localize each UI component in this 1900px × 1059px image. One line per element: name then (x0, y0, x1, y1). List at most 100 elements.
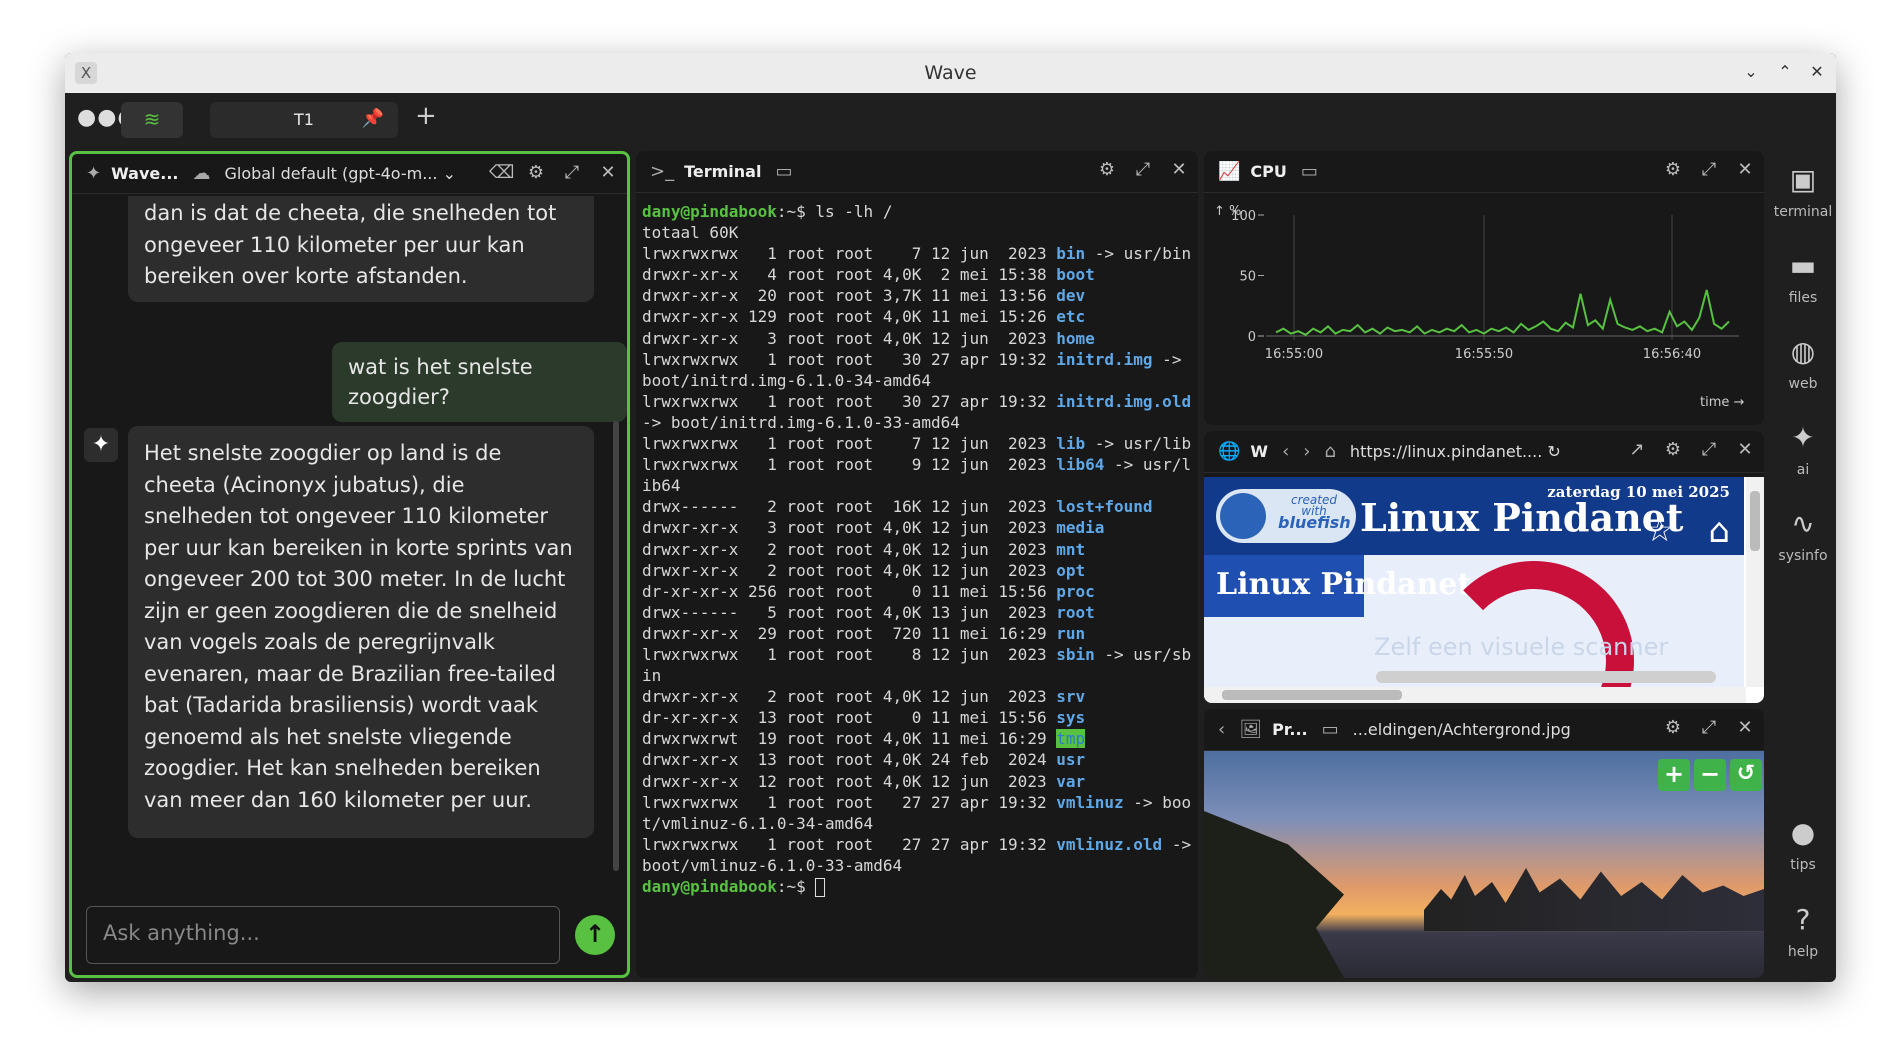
minimize-icon[interactable]: ⌄ (1740, 61, 1762, 83)
ai-block-title: Wave... (111, 164, 179, 183)
model-selector[interactable]: Global default (gpt-4o-m... ⌄ (224, 164, 456, 183)
sidebar-item-ai[interactable]: ✦ ai (1770, 421, 1836, 478)
close-block-icon[interactable]: ✕ (1734, 159, 1756, 180)
ls-meta: drwxr-xr-x 29 root root 720 11 mei 16:29 (642, 623, 1057, 643)
tab-t1[interactable]: T1 📌 (210, 102, 398, 138)
home-icon[interactable]: ⌂ (1324, 441, 1335, 462)
connection-icon[interactable]: ▭ (775, 161, 792, 182)
ls-meta: drwxr-xr-x 4 root root 4,0K 2 mei 15:38 (642, 265, 1057, 285)
back-icon[interactable]: ‹ (1218, 719, 1225, 740)
magnify-block-icon[interactable]: ⤢ (1698, 159, 1720, 180)
ls-entry-name: opt (1056, 560, 1086, 580)
ls-entry-name: dev (1056, 286, 1086, 306)
web-page[interactable]: created with bluefish Linux Pindanet zat… (1204, 477, 1764, 703)
page-scrollbar[interactable] (1746, 477, 1764, 687)
web-header: 🌐 W ‹ › ⌂ https://linux.pindanet.... ↻ ↗… (1204, 431, 1764, 473)
ls-entry-name: sbin (1056, 644, 1095, 664)
ls-meta: lrwxrwxrwx 1 root root 8 12 jun 2023 (642, 644, 1057, 664)
inner-scrollbar[interactable] (1376, 671, 1716, 683)
magnify-block-icon[interactable]: ⤢ (1698, 717, 1720, 738)
connection-icon[interactable]: ▭ (1322, 719, 1339, 740)
zoom-in-button[interactable]: + (1658, 759, 1690, 791)
workspace-switcher-button[interactable]: ≋ (121, 102, 183, 138)
sidebar-item-label: files (1788, 290, 1818, 306)
sidebar-item-sysinfo[interactable]: ∿ sysinfo (1770, 507, 1836, 564)
assistant-message: dan is dat de cheeta, die snelheden tot … (128, 196, 594, 302)
close-block-icon[interactable]: ✕ (1168, 159, 1190, 180)
y-tick-label: 100 (1231, 209, 1256, 224)
sidebar-item-tips[interactable]: ● tips (1770, 816, 1836, 873)
user-message-text: wat is het snelste zoogdier? (348, 355, 533, 409)
terminal-output[interactable]: dany@pindabook:~$ ls -lh / totaal 60K lr… (642, 201, 1198, 897)
command: :~$ ls -lh / (776, 202, 893, 221)
close-block-icon[interactable]: ✕ (1734, 439, 1756, 460)
gear-icon[interactable]: ⚙ (1662, 159, 1684, 180)
ls-meta: drwxr-xr-x 12 root root 4,0K 12 jun 2023 (642, 771, 1057, 791)
pin-icon[interactable]: 📌 (362, 108, 384, 129)
reset-zoom-button[interactable]: ↺ (1730, 759, 1762, 791)
maximize-icon[interactable]: ⌃ (1774, 61, 1796, 83)
external-link-icon[interactable]: ↗ (1626, 439, 1648, 460)
ls-meta: drwx------ 2 root root 16K 12 jun 2023 (642, 497, 1057, 517)
star-icon[interactable]: ☆ (1645, 511, 1674, 549)
add-tab-button[interactable]: + (415, 101, 437, 131)
ai-block-header: ✦ Wave... ☁ Global default (gpt-4o-m... … (72, 154, 627, 194)
gear-icon[interactable]: ⚙ (1662, 439, 1684, 460)
zoom-out-button[interactable]: − (1694, 759, 1726, 791)
ask-input-placeholder: Ask anything... (103, 921, 260, 945)
sidebar-item-terminal[interactable]: ▣ terminal (1770, 163, 1836, 220)
cpu-header: 📈 CPU ▭ ⚙ ⤢ ✕ (1204, 151, 1764, 193)
ls-meta: lrwxrwxrwx 1 root root 7 12 jun 2023 (642, 244, 1057, 264)
close-window-icon[interactable]: ✕ (1806, 61, 1828, 83)
horizontal-scrollbar[interactable] (1204, 687, 1746, 703)
assistant-message: Het snelste zoogdier op land is de cheet… (128, 426, 594, 838)
close-block-icon[interactable]: ✕ (1734, 717, 1756, 738)
sidebar-item-files[interactable]: ▬ files (1770, 249, 1836, 306)
ls-meta: lrwxrwxrwx 1 root root 30 27 apr 19:32 (642, 349, 1057, 369)
ls-entry-name: vmlinuz.old (1056, 834, 1163, 854)
ls-entry-name: boot (1056, 265, 1095, 285)
gear-icon[interactable]: ⚙ (1096, 159, 1118, 180)
cpu-block: 📈 CPU ▭ ⚙ ⤢ ✕ ↑ % time → 100 50 0 16:55:00 1… (1204, 151, 1764, 425)
magnify-block-icon[interactable]: ⤢ (1132, 159, 1154, 180)
sidebar-item-help[interactable]: ? help (1770, 903, 1836, 960)
image-icon: 🖼 (1239, 719, 1263, 740)
final-prompt: :~$ (776, 877, 816, 896)
clear-chat-icon[interactable]: ⌫ (489, 162, 514, 183)
site-date: zaterdag 10 mei 2025 (1547, 483, 1730, 501)
connection-icon[interactable]: ▭ (1301, 161, 1318, 182)
ask-input[interactable]: Ask anything... (86, 906, 560, 964)
web-title: W (1250, 442, 1269, 461)
terminal-cursor (815, 878, 826, 897)
cloud-icon: ☁ (192, 163, 211, 184)
preview-image[interactable]: + − ↺ (1204, 751, 1764, 978)
chat-scrollbar[interactable] (613, 421, 619, 871)
gear-icon[interactable]: ⚙ (525, 162, 547, 183)
home-icon[interactable]: ⌂ (1708, 511, 1730, 551)
back-icon[interactable]: ‹ (1282, 441, 1289, 462)
ls-meta: lrwxrwxrwx 1 root root 27 27 apr 19:32 (642, 792, 1057, 812)
forward-icon[interactable]: › (1303, 441, 1310, 462)
ls-entry-name: etc (1056, 307, 1086, 327)
magnify-block-icon[interactable]: ⤢ (561, 162, 583, 183)
sidebar-item-web[interactable]: ◍ web (1770, 335, 1836, 392)
terminal-block: >_ Terminal ▭ ⚙ ⤢ ✕ dany@pindabook:~$ ls… (636, 151, 1198, 978)
ls-entry-name: srv (1056, 687, 1086, 707)
send-button[interactable]: ↑ (575, 915, 615, 955)
magnify-block-icon[interactable]: ⤢ (1698, 439, 1720, 460)
ls-entry-name: usr (1056, 750, 1086, 770)
close-block-icon[interactable]: ✕ (597, 162, 619, 183)
lightbulb-icon: ● (1790, 816, 1816, 849)
ls-meta: lrwxrwxrwx 1 root root 30 27 apr 19:32 (642, 391, 1057, 411)
ls-entry-name: bin (1056, 244, 1086, 264)
sidebar-item-label: web (1788, 376, 1818, 392)
title-bar: X Wave ⌄ ⌃ ✕ (65, 53, 1836, 93)
help-icon: ? (1795, 903, 1811, 936)
url-bar[interactable]: https://linux.pindanet.... ↻ (1350, 442, 1561, 461)
file-path[interactable]: ...eldingen/Achtergrond.jpg (1353, 720, 1571, 739)
x-axis-label: time → (1700, 395, 1745, 410)
ai-block: ✦ Wave... ☁ Global default (gpt-4o-m... … (69, 151, 630, 978)
gear-icon[interactable]: ⚙ (1662, 717, 1684, 738)
tab-bar: ●●● ≋ T1 📌 + (65, 93, 1836, 143)
total-line: totaal 60K (642, 223, 739, 243)
